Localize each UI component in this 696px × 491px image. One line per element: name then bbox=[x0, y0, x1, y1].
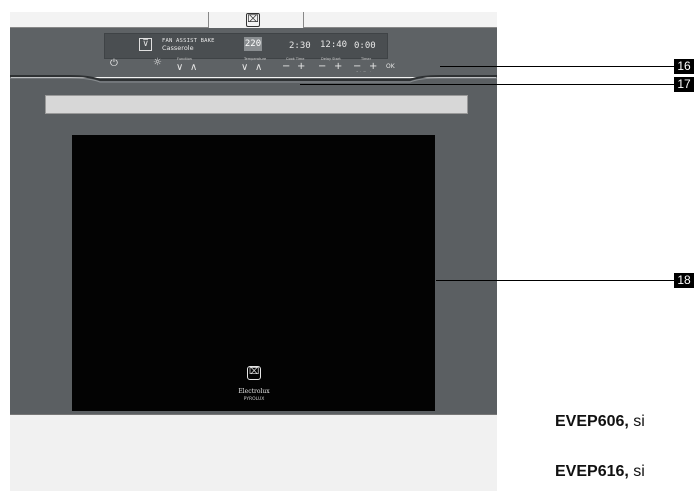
brand-name: Electrolux bbox=[238, 388, 270, 395]
door-handle[interactable] bbox=[45, 95, 468, 114]
callout-18: 18 bbox=[674, 273, 694, 288]
model-label-2: EVEP616, si bbox=[555, 463, 645, 480]
electrolux-logo-icon: ⌧ bbox=[247, 366, 261, 380]
brand-subline: PYROLUX bbox=[243, 397, 265, 402]
callout-17-leader bbox=[300, 84, 675, 85]
electrolux-logo-icon: ⌧ bbox=[246, 13, 260, 27]
display-delay-start: 12:40 bbox=[320, 40, 348, 50]
delay-start-plus-button[interactable]: + bbox=[334, 61, 342, 72]
delay-start-minus-button[interactable]: − bbox=[318, 61, 326, 72]
light-icon[interactable]: ☼ bbox=[153, 57, 162, 68]
display-function-sub: Casserole bbox=[162, 44, 194, 52]
ok-button[interactable]: OK bbox=[386, 63, 395, 70]
function-label: Function bbox=[177, 57, 192, 61]
cook-time-plus-button[interactable]: + bbox=[297, 61, 305, 72]
callout-17: 17 bbox=[674, 77, 694, 92]
drawer-panel bbox=[10, 414, 497, 491]
display-temperature: 220 bbox=[244, 37, 262, 51]
model-label-1: EVEP606, si bbox=[555, 413, 645, 430]
callout-16: 16 bbox=[674, 59, 694, 74]
display-cook-time: 2:30 bbox=[289, 41, 311, 51]
power-icon[interactable]: ⏻ bbox=[110, 58, 118, 69]
function-icon: ⊽ bbox=[139, 38, 152, 51]
temperature-label: Temperature bbox=[244, 57, 267, 61]
cook-time-minus-button[interactable]: − bbox=[282, 61, 290, 72]
display-timer: 0:00 bbox=[354, 41, 376, 51]
callout-16-leader bbox=[440, 66, 675, 67]
callout-18-leader bbox=[436, 280, 675, 281]
